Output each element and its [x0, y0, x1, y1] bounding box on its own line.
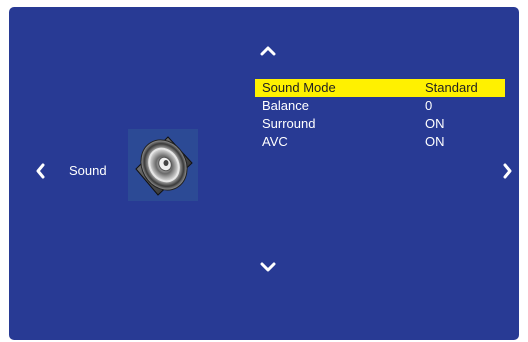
menu-row-surround[interactable]: Surround ON — [255, 115, 505, 133]
menu-item-value: 0 — [425, 98, 433, 113]
menu-row-avc[interactable]: AVC ON — [255, 133, 505, 151]
osd-screen: Sound Sound Mode Standard Balance 0 Surr… — [9, 7, 519, 340]
menu-item-value: ON — [425, 116, 445, 131]
menu-item-label: AVC — [262, 134, 288, 149]
chevron-up-icon[interactable] — [260, 43, 276, 59]
menu-item-label: Sound Mode — [262, 80, 336, 95]
menu-item-value: ON — [425, 134, 445, 149]
chevron-right-icon[interactable] — [499, 163, 515, 179]
speaker-icon — [128, 129, 198, 201]
menu-item-label: Surround — [262, 116, 316, 131]
chevron-down-icon[interactable] — [260, 259, 276, 275]
category-label: Sound — [69, 163, 107, 178]
menu-item-label: Balance — [262, 98, 309, 113]
menu-row-sound-mode[interactable]: Sound Mode Standard — [255, 79, 505, 97]
chevron-left-icon[interactable] — [33, 163, 49, 179]
sound-menu: Sound Mode Standard Balance 0 Surround O… — [255, 79, 505, 151]
menu-item-value: Standard — [425, 80, 478, 95]
menu-row-balance[interactable]: Balance 0 — [255, 97, 505, 115]
